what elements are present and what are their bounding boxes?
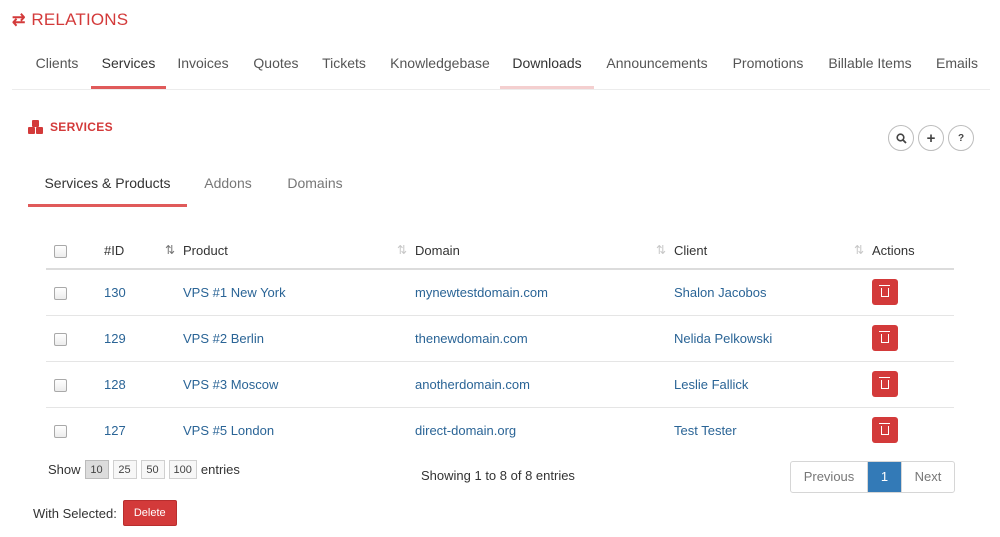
row-checkbox[interactable] xyxy=(54,332,67,346)
trash-icon xyxy=(879,376,890,389)
section-title: SERVICES xyxy=(50,120,113,134)
top-navigation: Clients Services Invoices Quotes Tickets… xyxy=(12,46,990,90)
table-row: 129 VPS #2 Berlin thenewdomain.com Nelid… xyxy=(46,315,954,362)
col-client-label: Client xyxy=(674,243,708,258)
trash-icon xyxy=(879,422,890,435)
table-header-row: #ID ⇅ Product ⇅ Domain ⇅ Client ⇅ Actions xyxy=(46,233,954,270)
length-option-100[interactable]: 100 xyxy=(168,460,197,479)
page-header: ⇄ RELATIONS xyxy=(12,10,128,30)
length-option-50[interactable]: 50 xyxy=(140,460,165,479)
trash-icon xyxy=(879,284,890,297)
tab-billable-items[interactable]: Billable Items xyxy=(825,46,915,89)
tab-promotions[interactable]: Promotions xyxy=(729,46,807,89)
col-actions: Actions xyxy=(872,233,954,270)
select-all-cell xyxy=(46,233,104,270)
show-label: Show xyxy=(48,462,81,477)
row-product-link[interactable]: VPS #3 Moscow xyxy=(183,361,415,408)
row-domain-link[interactable]: thenewdomain.com xyxy=(415,315,674,362)
row-client-link[interactable]: Nelida Pelkowski xyxy=(674,315,872,362)
row-product-link[interactable]: VPS #5 London xyxy=(183,407,415,453)
tab-clients[interactable]: Clients xyxy=(26,46,88,89)
sort-icon: ⇅ xyxy=(853,243,864,257)
row-checkbox[interactable] xyxy=(54,378,67,392)
tab-invoices[interactable]: Invoices xyxy=(174,46,232,89)
delete-row-button[interactable] xyxy=(872,417,898,444)
row-domain-link[interactable]: anotherdomain.com xyxy=(415,361,674,408)
entries-label: entries xyxy=(200,462,240,477)
page-1-button[interactable]: 1 xyxy=(868,462,901,492)
table-row: 130 VPS #1 New York mynewtestdomain.com … xyxy=(46,269,954,316)
sort-icon: ⇅ xyxy=(655,243,666,257)
row-id-link[interactable]: 127 xyxy=(104,407,183,453)
page-length: Show 10 25 50 100 entries xyxy=(48,460,240,479)
tab-knowledgebase[interactable]: Knowledgebase xyxy=(388,46,492,89)
row-id-link[interactable]: 130 xyxy=(104,269,183,316)
section-tools: + ? xyxy=(888,125,974,151)
col-product[interactable]: Product ⇅ xyxy=(183,233,415,270)
tab-quotes[interactable]: Quotes xyxy=(250,46,302,89)
subtab-domains[interactable]: Domains xyxy=(285,168,345,207)
services-table: #ID ⇅ Product ⇅ Domain ⇅ Client ⇅ Actions 13… xyxy=(46,233,954,453)
delete-row-button[interactable] xyxy=(872,371,898,397)
search-icon xyxy=(895,132,907,144)
row-client-link[interactable]: Leslie Fallick xyxy=(674,361,872,408)
row-domain-link[interactable]: direct-domain.org xyxy=(415,407,674,453)
row-product-link[interactable]: VPS #1 New York xyxy=(183,269,415,316)
col-product-label: Product xyxy=(183,243,228,258)
tab-downloads[interactable]: Downloads xyxy=(500,46,594,89)
bulk-delete-button[interactable]: Delete xyxy=(122,500,177,526)
row-id-link[interactable]: 128 xyxy=(104,361,183,408)
with-selected-label: With Selected: xyxy=(33,505,117,521)
row-domain-link[interactable]: mynewtestdomain.com xyxy=(415,269,674,316)
table-info: Showing 1 to 8 of 8 entries xyxy=(421,468,575,483)
select-all-checkbox[interactable] xyxy=(54,245,67,259)
add-button[interactable]: + xyxy=(918,125,944,151)
subtab-addons[interactable]: Addons xyxy=(203,168,253,207)
bulk-actions: With Selected: Delete xyxy=(33,500,177,526)
next-page-button[interactable]: Next xyxy=(901,462,954,492)
tab-tickets[interactable]: Tickets xyxy=(319,46,369,89)
sort-asc-icon: ⇅ xyxy=(164,243,175,257)
row-client-link[interactable]: Shalon Jacobos xyxy=(674,269,872,316)
col-domain-label: Domain xyxy=(415,243,460,258)
page-title: RELATIONS xyxy=(31,10,129,29)
row-product-link[interactable]: VPS #2 Berlin xyxy=(183,315,415,362)
col-id[interactable]: #ID ⇅ xyxy=(104,233,183,270)
tab-emails[interactable]: Emails xyxy=(933,46,981,89)
col-client[interactable]: Client ⇅ xyxy=(674,233,872,270)
col-id-label: #ID xyxy=(104,243,125,258)
sort-icon: ⇅ xyxy=(396,243,407,257)
table-row: 127 VPS #5 London direct-domain.org Test… xyxy=(46,407,954,453)
help-icon: ? xyxy=(957,132,965,144)
row-client-link[interactable]: Test Tester xyxy=(674,407,872,453)
trash-icon xyxy=(879,330,890,343)
previous-page-button[interactable]: Previous xyxy=(791,462,868,492)
plus-icon: + xyxy=(926,129,936,147)
length-option-10[interactable]: 10 xyxy=(84,460,109,479)
row-checkbox[interactable] xyxy=(54,286,67,300)
row-id-link[interactable]: 129 xyxy=(104,315,183,362)
tab-announcements[interactable]: Announcements xyxy=(604,46,710,89)
delete-row-button[interactable] xyxy=(872,325,898,351)
col-domain[interactable]: Domain ⇅ xyxy=(415,233,674,270)
tab-services[interactable]: Services xyxy=(91,46,166,89)
row-checkbox[interactable] xyxy=(54,424,67,438)
cubes-icon xyxy=(28,120,44,134)
table-row: 128 VPS #3 Moscow anotherdomain.com Lesl… xyxy=(46,361,954,408)
subtab-services-products[interactable]: Services & Products xyxy=(28,168,187,207)
exchange-icon: ⇄ xyxy=(12,12,26,29)
delete-row-button[interactable] xyxy=(872,279,898,306)
search-button[interactable] xyxy=(888,125,914,151)
col-actions-label: Actions xyxy=(872,243,915,258)
pagination: Previous 1 Next xyxy=(790,461,955,493)
section-header: SERVICES xyxy=(28,120,113,134)
help-button[interactable]: ? xyxy=(948,125,974,151)
length-option-25[interactable]: 25 xyxy=(112,460,137,479)
